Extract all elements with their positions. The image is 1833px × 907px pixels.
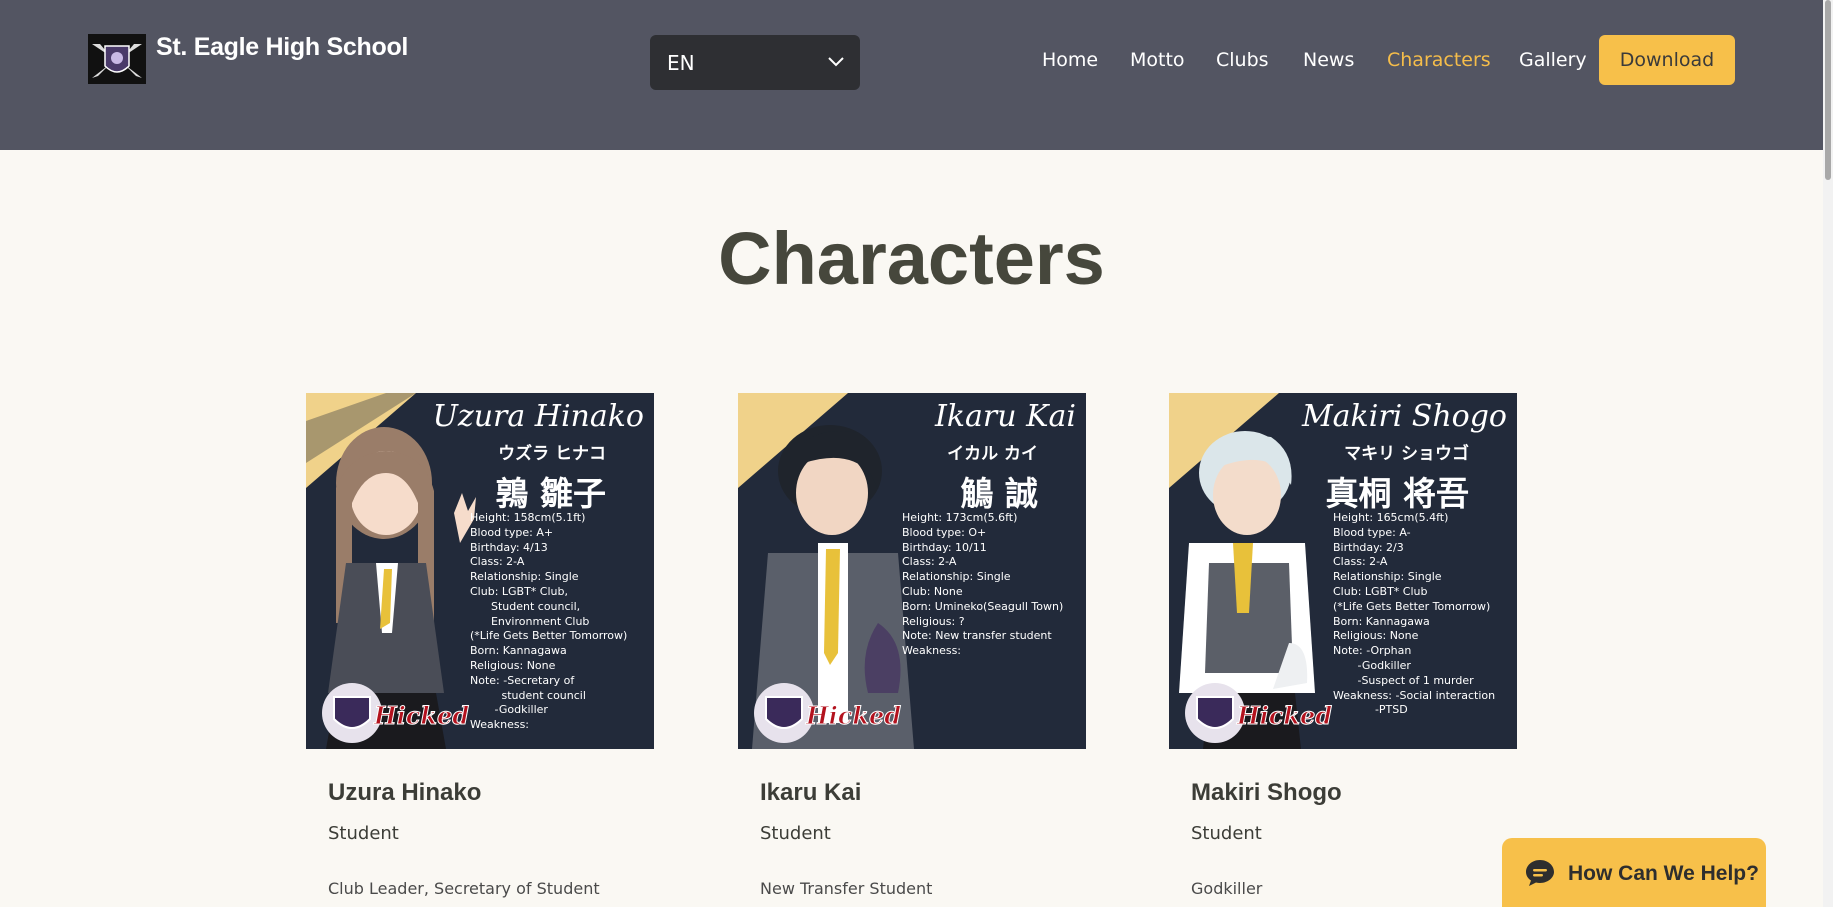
image-kana-text: マキリ ショウゴ: [1344, 444, 1469, 464]
school-logo[interactable]: [88, 34, 146, 84]
site-title[interactable]: St. Eagle High School: [156, 33, 408, 62]
chat-widget-button[interactable]: How Can We Help?: [1502, 838, 1766, 907]
language-value: EN: [667, 50, 695, 75]
chevron-down-icon: [828, 57, 844, 67]
image-kana-text: ウズラ ヒナコ: [498, 444, 606, 464]
nav-gallery[interactable]: Gallery: [1519, 49, 1587, 71]
nav-characters[interactable]: Characters: [1387, 49, 1491, 71]
nav-home[interactable]: Home: [1042, 49, 1098, 71]
character-role: Student: [1191, 823, 1262, 844]
character-name: Makiri Shogo: [1191, 779, 1342, 806]
image-kanji-text: 真桐 将吾: [1325, 474, 1470, 513]
scrollbar-thumb[interactable]: [1825, 0, 1831, 180]
page-title: Characters: [718, 217, 1105, 300]
site-header: St. Eagle High School EN Home Motto Club…: [0, 0, 1823, 150]
character-image[interactable]: Uzura Hinako ウズラ ヒナコ 鶉 雛子 Height: 158cm(…: [306, 393, 654, 749]
character-description: Club Leader, Secretary of Student: [328, 879, 600, 898]
character-card[interactable]: Ikaru Kai イカル カイ 鵤 誠 Height: 173cm(5.6ft…: [738, 393, 1086, 898]
image-stats-text: Height: 173cm(5.6ft) Blood type: O+ Birt…: [902, 511, 1064, 658]
chat-bubble-icon: [1526, 860, 1554, 886]
page-scrollbar[interactable]: [1823, 0, 1833, 907]
character-image[interactable]: Makiri Shogo マキリ ショウゴ 真桐 将吾 Height: 165c…: [1169, 393, 1517, 749]
image-name-text: Ikaru Kai: [934, 399, 1076, 434]
image-stats-text: Height: 158cm(5.1ft) Blood type: A+ Birt…: [470, 511, 628, 732]
image-brand-text: Hicked: [373, 701, 470, 731]
nav-news[interactable]: News: [1303, 49, 1354, 71]
character-description: Godkiller: [1191, 879, 1263, 898]
character-card[interactable]: Makiri Shogo マキリ ショウゴ 真桐 将吾 Height: 165c…: [1169, 393, 1517, 898]
character-name: Uzura Hinako: [328, 779, 482, 806]
character-name: Ikaru Kai: [760, 779, 862, 806]
character-description: New Transfer Student: [760, 879, 933, 898]
image-brand-text: Hicked: [1236, 701, 1333, 731]
nav-clubs[interactable]: Clubs: [1216, 49, 1269, 71]
language-select[interactable]: EN: [650, 35, 860, 90]
image-kanji-text: 鶉 雛子: [495, 474, 607, 513]
character-role: Student: [328, 823, 399, 844]
image-name-text: Uzura Hinako: [432, 399, 644, 434]
character-card[interactable]: Uzura Hinako ウズラ ヒナコ 鶉 雛子 Height: 158cm(…: [306, 393, 654, 898]
character-image[interactable]: Ikaru Kai イカル カイ 鵤 誠 Height: 173cm(5.6ft…: [738, 393, 1086, 749]
image-kana-text: イカル カイ: [947, 444, 1038, 464]
image-brand-text: Hicked: [805, 701, 902, 731]
image-kanji-text: 鵤 誠: [960, 474, 1039, 513]
chat-widget-label: How Can We Help?: [1568, 862, 1759, 885]
image-stats-text: Height: 165cm(5.4ft) Blood type: A- Birt…: [1333, 511, 1496, 717]
download-button[interactable]: Download: [1599, 35, 1735, 85]
nav-motto[interactable]: Motto: [1130, 49, 1185, 71]
character-role: Student: [760, 823, 831, 844]
image-name-text: Makiri Shogo: [1301, 399, 1507, 434]
